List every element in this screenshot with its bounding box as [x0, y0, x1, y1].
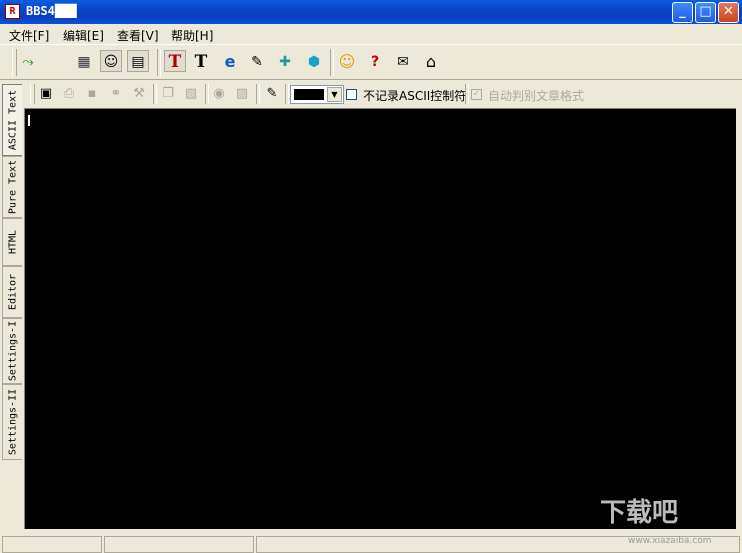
toolbar-separator	[153, 84, 157, 104]
tab-html[interactable]: HTML	[2, 218, 22, 266]
watermark-logo: 下载吧	[600, 498, 679, 528]
find-icon[interactable]: ◉	[209, 84, 229, 104]
status-pane	[2, 536, 102, 553]
help-icon[interactable]: ?	[364, 51, 386, 73]
puzzle-icon[interactable]: ✚	[274, 51, 296, 73]
no-ascii-control-checkbox[interactable]	[346, 89, 357, 100]
edit-icon[interactable]: ✎	[246, 51, 268, 73]
menu-file[interactable]: 文件[F]	[9, 27, 49, 44]
menu-bar: 文件[F] 编辑[E] 查看[V] 帮助[H]	[0, 24, 742, 44]
home-icon[interactable]: ⌂	[420, 51, 442, 73]
link-icon[interactable]: ⚭	[106, 84, 126, 104]
menu-help[interactable]: 帮助[H]	[171, 27, 213, 44]
tab-settings-i[interactable]: Settings-I	[2, 318, 22, 384]
status-pane	[104, 536, 254, 553]
tab-pure-text[interactable]: Pure Text	[2, 156, 22, 218]
mail-icon[interactable]: ✉	[392, 51, 414, 73]
window-icon[interactable]: ▦	[73, 51, 95, 73]
minimize-button[interactable]: _	[672, 2, 693, 23]
menu-edit[interactable]: 编辑[E]	[63, 27, 104, 44]
box-icon[interactable]: ⬢	[303, 51, 325, 73]
smiley-icon[interactable]: ☺	[336, 51, 358, 73]
tab-label: Settings-II	[7, 388, 18, 456]
replace-icon[interactable]: ▨	[232, 84, 252, 104]
tab-label: ASCII Text	[7, 89, 18, 151]
note-icon[interactable]: ✎	[262, 84, 282, 104]
menu-view[interactable]: 查看[V]	[117, 27, 159, 44]
auto-detect-format-checkbox[interactable]: ✓	[471, 89, 482, 100]
save-icon[interactable]: ▪	[82, 84, 102, 104]
window-title: BBS4███	[26, 4, 77, 18]
toolbar-separator	[465, 84, 469, 104]
toolbar-separator	[256, 84, 260, 104]
print-icon[interactable]: ⎙	[59, 84, 79, 104]
watermark-url: www.xiazaiba.com	[628, 536, 712, 546]
tab-settings-ii[interactable]: Settings-II	[2, 384, 22, 460]
no-ascii-control-label[interactable]: 不记录ASCII控制符	[363, 87, 466, 104]
main-toolbar: ⤳ ▦ ☺ ▤ T T e ✎ ✚ ⬢ ☺ ? ✉ ⌂	[0, 44, 742, 80]
side-tab-strip: ASCII Text Pure Text HTML Editor Setting…	[0, 80, 24, 535]
tab-label: Pure Text	[7, 159, 18, 215]
title-bar: R BBS4███ _ □ ✕	[0, 0, 742, 24]
tab-editor[interactable]: Editor	[2, 266, 22, 318]
tab-label: Settings-I	[7, 320, 18, 382]
tab-ascii-text[interactable]: ASCII Text	[2, 84, 22, 156]
toolbar-separator	[330, 49, 334, 76]
text-plain-icon[interactable]: T	[190, 51, 212, 73]
ie-icon[interactable]: e	[219, 51, 241, 73]
app-icon: R	[5, 4, 20, 19]
exit-icon[interactable]: ⤳	[17, 51, 39, 73]
format-toolbar: ▣ ⎙ ▪ ⚭ ⚒ ❐ ▧ ◉ ▨ ✎ ▼ 不记录ASCII控制符 ✓ 自动判别…	[24, 80, 742, 108]
color-swatch	[294, 89, 324, 100]
paste-icon[interactable]: ▧	[181, 84, 201, 104]
color-dropdown[interactable]: ▼	[290, 85, 344, 104]
wrench-icon[interactable]: ⚒	[129, 84, 149, 104]
faces-icon[interactable]: ☺	[100, 50, 122, 72]
maximize-button[interactable]: □	[695, 2, 716, 23]
tab-label: HTML	[7, 229, 18, 255]
text-editor[interactable]	[24, 108, 736, 529]
book-icon[interactable]: ▣	[36, 84, 56, 104]
close-button[interactable]: ✕	[718, 2, 739, 23]
copy-icon[interactable]: ❐	[158, 84, 178, 104]
text-caret	[28, 115, 30, 126]
comment-icon[interactable]: ▤	[127, 50, 149, 72]
toolbar-grip[interactable]	[30, 84, 35, 104]
auto-detect-format-label[interactable]: 自动判别文章格式	[488, 87, 584, 104]
tab-label: Editor	[7, 273, 18, 311]
toolbar-separator	[285, 84, 289, 104]
text-color-icon[interactable]: T	[164, 50, 186, 72]
chevron-down-icon[interactable]: ▼	[327, 87, 342, 102]
toolbar-separator	[157, 49, 161, 76]
